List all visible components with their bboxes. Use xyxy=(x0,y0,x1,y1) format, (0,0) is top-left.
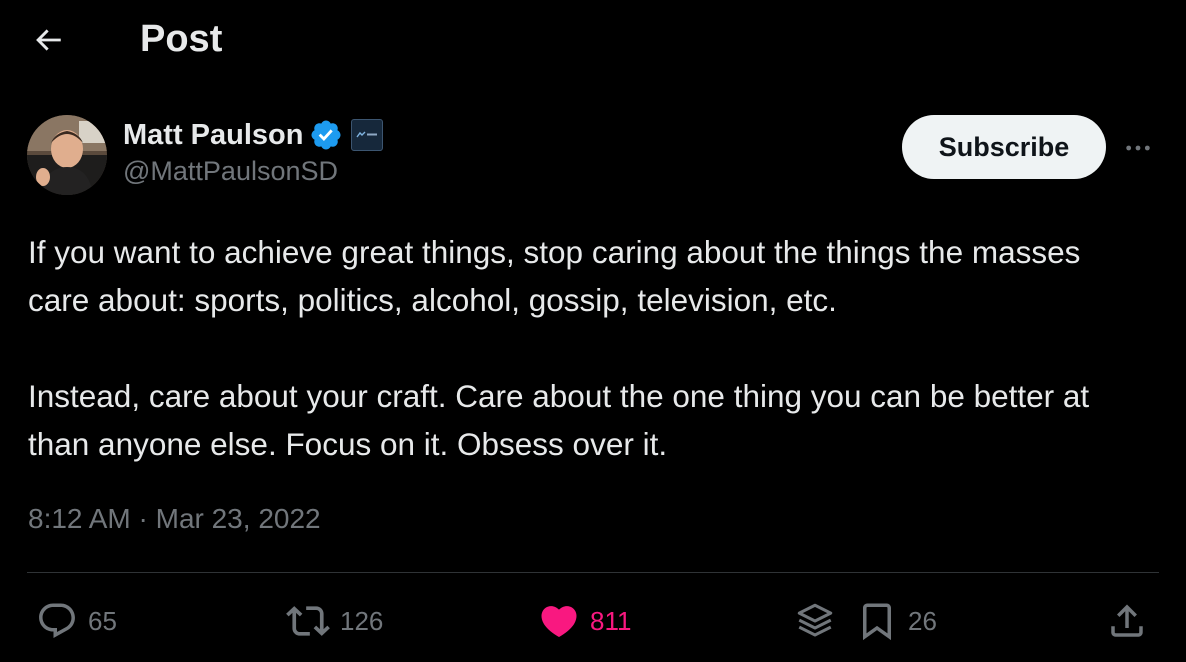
author-handle[interactable]: @MattPaulsonSD xyxy=(123,156,383,187)
page-title: Post xyxy=(140,18,223,60)
author-display-name[interactable]: Matt Paulson xyxy=(123,119,303,152)
more-horizontal-icon xyxy=(1126,145,1150,151)
affiliate-badge-icon[interactable] xyxy=(351,119,384,151)
grok-stack-icon xyxy=(797,603,833,637)
repost-button[interactable]: 126 xyxy=(286,598,383,644)
heart-filled-icon xyxy=(541,606,577,638)
more-options-button[interactable] xyxy=(1118,128,1158,168)
divider xyxy=(27,572,1159,573)
like-button[interactable]: 811 xyxy=(538,598,631,644)
share-button[interactable] xyxy=(1106,598,1148,644)
author-name-row: Matt Paulson xyxy=(123,116,384,154)
grok-button[interactable] xyxy=(794,598,836,644)
bookmark-count: 26 xyxy=(908,605,937,636)
avatar[interactable] xyxy=(27,115,107,195)
like-count: 811 xyxy=(590,605,632,636)
author-info: Matt Paulson @MattPaulsonSD xyxy=(123,116,384,187)
repost-count: 126 xyxy=(340,605,384,636)
verified-badge-icon[interactable] xyxy=(309,118,343,152)
repost-icon xyxy=(286,606,330,636)
arrow-left-icon xyxy=(36,29,61,51)
reply-icon xyxy=(39,603,75,638)
subscribe-button[interactable]: Subscribe xyxy=(902,115,1106,179)
bookmark-button[interactable]: 26 xyxy=(856,598,937,644)
post-paragraph: If you want to achieve great things, sto… xyxy=(28,234,1081,318)
share-icon xyxy=(1111,604,1143,637)
bookmark-icon xyxy=(863,603,891,641)
top-bar: Post xyxy=(0,0,1186,80)
post-paragraph: Instead, care about your craft. Care abo… xyxy=(28,378,1090,462)
reply-count: 65 xyxy=(88,605,117,636)
post-timestamp[interactable]: 8:12 AM · Mar 23, 2022 xyxy=(28,500,321,538)
reply-button[interactable]: 65 xyxy=(36,598,117,644)
post-text: If you want to achieve great things, sto… xyxy=(28,228,1138,468)
back-button[interactable] xyxy=(26,18,70,62)
